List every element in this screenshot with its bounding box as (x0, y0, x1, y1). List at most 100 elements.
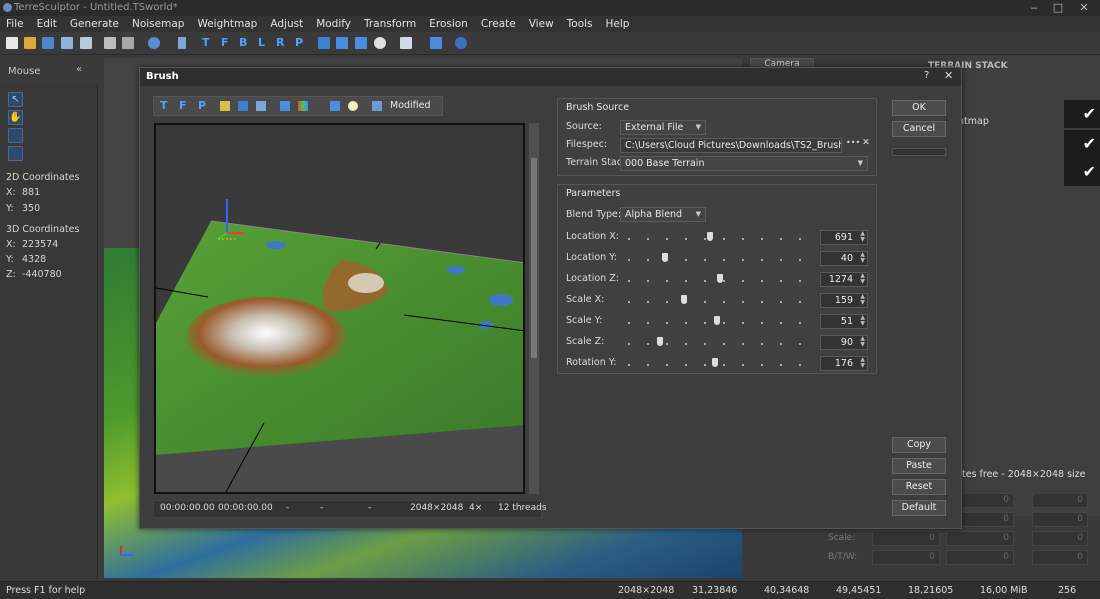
cancel-button[interactable]: Cancel (892, 121, 946, 137)
copy-button[interactable]: Copy (892, 437, 946, 453)
cluster-alt-icon[interactable] (355, 37, 367, 49)
move-tool-icon[interactable] (8, 128, 23, 143)
filespec-input[interactable]: C:\Users\Cloud Pictures\Downloads\TS2_Br… (620, 138, 842, 153)
slider-value-input[interactable]: 176 ▲ ▼ (820, 356, 868, 371)
light-dropdown-icon[interactable] (374, 37, 386, 49)
stack-item-label[interactable]: ntmap (958, 116, 989, 127)
menu-erosion[interactable]: Erosion (429, 18, 468, 30)
menu-view[interactable]: View (529, 18, 554, 30)
collapse-panel-icon[interactable]: « (76, 64, 82, 75)
scale-field[interactable]: 0 (1032, 531, 1088, 546)
btw-field[interactable]: 0 (872, 550, 940, 565)
parameter-slider[interactable] (628, 232, 808, 242)
slider-thumb[interactable] (681, 295, 687, 304)
preview-perspective-icon[interactable]: P (198, 99, 206, 112)
undo-icon[interactable] (148, 37, 160, 49)
new-file-icon[interactable] (6, 37, 18, 49)
preview-top-icon[interactable]: T (160, 99, 168, 112)
menu-transform[interactable]: Transform (364, 18, 416, 30)
paste-button[interactable]: Paste (892, 458, 946, 474)
view-left-icon[interactable]: L (258, 36, 265, 49)
eyedropper-icon[interactable] (178, 37, 186, 49)
paste-icon[interactable] (122, 37, 134, 49)
browse-icon[interactable]: ••• (846, 138, 860, 147)
menu-help[interactable]: Help (606, 18, 630, 30)
cluster-icon[interactable] (330, 101, 340, 111)
scale-field[interactable]: 0 (946, 531, 1014, 546)
maximize-button[interactable]: □ (1046, 0, 1070, 16)
select-tool-icon[interactable]: ↖ (8, 92, 23, 107)
axis-icon[interactable] (220, 101, 230, 111)
parameter-slider[interactable] (628, 295, 808, 305)
slider-thumb[interactable] (717, 274, 723, 283)
clear-filespec-icon[interactable]: ✕ (862, 137, 870, 148)
parameter-slider[interactable] (628, 316, 808, 326)
menu-create[interactable]: Create (481, 18, 516, 30)
edit-icon[interactable] (372, 101, 382, 111)
tiles-dropdown-icon[interactable] (430, 37, 442, 49)
save-icon[interactable] (42, 37, 54, 49)
menu-noisemap[interactable]: Noisemap (132, 18, 184, 30)
source-dropdown[interactable]: External File ▼ (620, 120, 706, 135)
parameter-slider[interactable] (628, 337, 808, 347)
btw-field[interactable]: 0 (946, 550, 1014, 565)
visible-check-icon[interactable]: ✔ (1064, 130, 1100, 158)
help-icon[interactable]: ? (924, 70, 929, 81)
visible-check-icon[interactable]: ✔ (1064, 158, 1100, 186)
slider-value-input[interactable]: 40 ▲ ▼ (820, 251, 868, 266)
export-icon[interactable] (80, 37, 92, 49)
param-field[interactable]: 0 (1032, 512, 1088, 527)
preview-front-icon[interactable]: F (179, 99, 187, 112)
parameter-slider[interactable] (628, 274, 808, 284)
slider-thumb[interactable] (657, 337, 663, 346)
slider-thumb[interactable] (714, 316, 720, 325)
parameter-slider[interactable] (628, 253, 808, 263)
preview-scrollbar[interactable] (529, 123, 539, 494)
scale-field[interactable]: 0 (872, 531, 940, 546)
menu-adjust[interactable]: Adjust (270, 18, 303, 30)
zoom-tool-icon[interactable] (8, 146, 23, 161)
menu-tools[interactable]: Tools (567, 18, 593, 30)
slider-value-input[interactable]: 691 ▲ ▼ (820, 230, 868, 245)
close-window-button[interactable]: ✕ (1072, 0, 1096, 16)
open-folder-icon[interactable] (24, 37, 36, 49)
sphere-dropdown-icon[interactable] (455, 37, 467, 49)
menu-modify[interactable]: Modify (316, 18, 351, 30)
slider-value-input[interactable]: 51 ▲ ▼ (820, 314, 868, 329)
cluster-icon[interactable] (336, 37, 348, 49)
slider-thumb[interactable] (712, 358, 718, 367)
menu-edit[interactable]: Edit (37, 18, 57, 30)
menu-generate[interactable]: Generate (70, 18, 119, 30)
ok-button[interactable]: OK (892, 100, 946, 116)
slider-value-input[interactable]: 1274 ▲ ▼ (820, 272, 868, 287)
terrain-stack-dropdown[interactable]: 000 Base Terrain ▼ (620, 156, 868, 171)
view-top-icon[interactable]: T (202, 36, 210, 49)
pan-tool-icon[interactable]: ✋ (8, 110, 23, 125)
slider-value-input[interactable]: 159 ▲ ▼ (820, 293, 868, 308)
view-perspective-icon[interactable]: P (295, 36, 303, 49)
slider-value-input[interactable]: 90 ▲ ▼ (820, 335, 868, 350)
reset-button[interactable]: Reset (892, 479, 946, 495)
grid-icon[interactable] (318, 37, 330, 49)
parameter-slider[interactable] (628, 358, 808, 368)
save-as-icon[interactable] (61, 37, 73, 49)
visible-check-icon[interactable]: ✔ (1064, 100, 1100, 128)
btw-field[interactable]: 0 (1032, 550, 1088, 565)
param-field[interactable]: 0 (1032, 493, 1088, 508)
slider-thumb[interactable] (707, 232, 713, 241)
light-bulb-icon[interactable] (348, 101, 358, 111)
menu-file[interactable]: File (6, 18, 24, 30)
view-right-icon[interactable]: R (276, 36, 284, 49)
render-dropdown-icon[interactable] (400, 37, 412, 49)
blend-type-dropdown[interactable]: Alpha Blend ▼ (620, 207, 706, 222)
brush-preview-viewport[interactable] (154, 123, 525, 494)
grid-icon[interactable] (238, 101, 248, 111)
copy-icon[interactable] (104, 37, 116, 49)
minimize-button[interactable]: ‒ (1022, 0, 1046, 16)
menu-weightmap[interactable]: Weightmap (197, 18, 257, 30)
scrollbar-thumb[interactable] (531, 158, 537, 358)
dialog-close-icon[interactable]: ✕ (944, 69, 953, 82)
slider-thumb[interactable] (662, 253, 668, 262)
shading-icon[interactable] (280, 101, 290, 111)
view-back-icon[interactable]: B (239, 36, 247, 49)
